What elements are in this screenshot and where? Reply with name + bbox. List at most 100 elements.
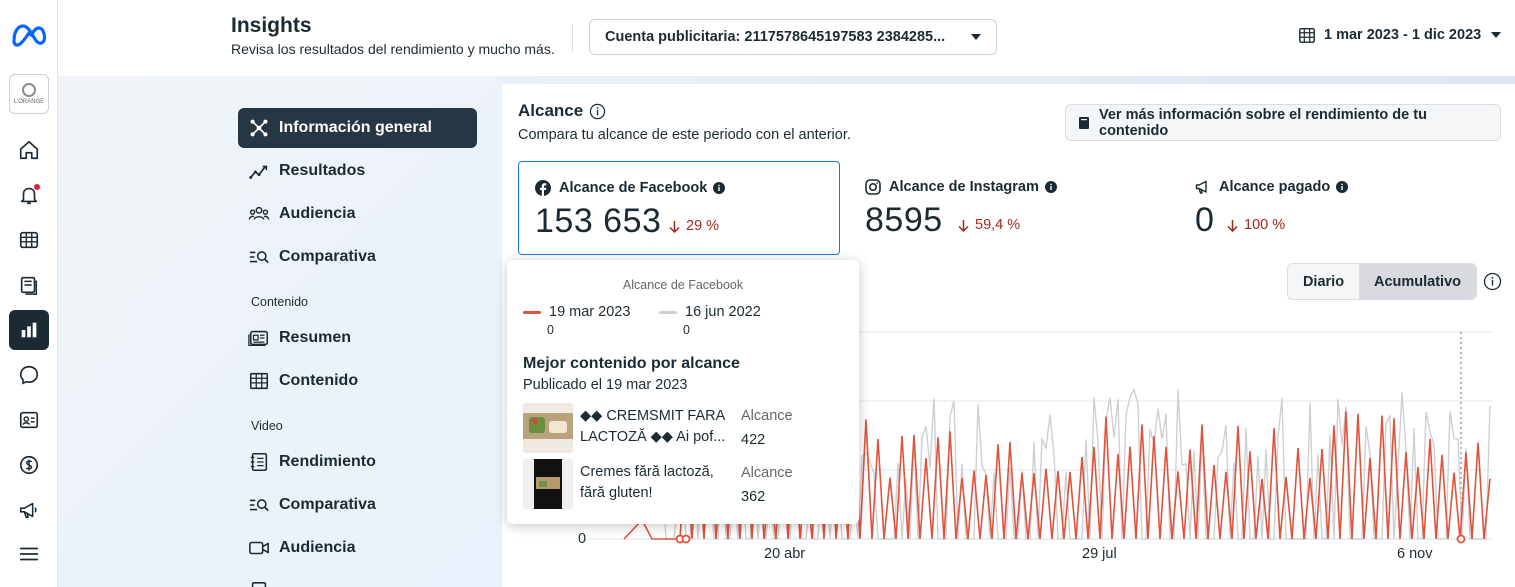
meta-logo-icon[interactable]	[10, 20, 48, 50]
rail-inbox[interactable]	[9, 355, 49, 395]
nav-item-overview[interactable]: Información general	[238, 108, 477, 148]
grid-table-icon	[19, 231, 39, 249]
y-tick-label: 0	[578, 531, 587, 547]
rail-monetization[interactable]	[9, 445, 49, 485]
tooltip-legend-current: 19 mar 2023	[523, 304, 630, 320]
book-icon	[1079, 116, 1089, 129]
post-image	[523, 459, 573, 509]
metric-label: Alcance pagado	[1195, 179, 1349, 195]
arrow-down-icon	[1227, 219, 1238, 232]
post-thumbnail[interactable]	[523, 459, 573, 509]
dollar-circle-icon	[19, 455, 39, 475]
benchmark-icon	[249, 499, 269, 512]
calendar-icon	[1299, 27, 1315, 43]
instagram-icon	[865, 179, 881, 195]
rail-home[interactable]	[9, 130, 49, 170]
post-reach-value: 362	[741, 489, 766, 505]
ad-account-dropdown[interactable]: Cuenta publicitaria: 2117578645197583 23…	[589, 19, 997, 55]
rail-contacts[interactable]	[9, 400, 49, 440]
rail-insights[interactable]	[9, 310, 49, 350]
info-icon[interactable]	[589, 103, 606, 120]
results-icon	[249, 165, 268, 179]
post-thumbnail[interactable]	[523, 403, 573, 453]
more-insights-button[interactable]: Ver más información sobre el rendimiento…	[1065, 104, 1501, 141]
nav-item-video-benchmark[interactable]: Comparativa	[238, 485, 477, 525]
metric-change-text: 59,4 %	[975, 217, 1021, 233]
arrow-down-icon	[958, 219, 969, 232]
rail-content[interactable]	[9, 265, 49, 305]
nav-item-label: Información general	[279, 119, 432, 136]
facebook-icon	[535, 180, 551, 196]
page-title: Insights	[231, 14, 312, 37]
post-reach-label: Alcance	[741, 408, 793, 424]
nav-item-label: Comparativa	[279, 248, 376, 265]
metric-value: 153 653	[535, 202, 662, 240]
left-rail: L'ORANGE	[0, 0, 58, 587]
home-icon	[19, 140, 39, 160]
metric-change: 29 %	[669, 218, 719, 234]
benchmark-icon	[249, 251, 269, 264]
caret-down-icon	[1491, 32, 1502, 38]
nav-section-video: Video	[251, 419, 283, 433]
tooltip-title: Alcance de Facebook	[622, 278, 744, 292]
post-reach-label: Alcance	[741, 465, 793, 481]
rail-notifications[interactable]	[9, 175, 49, 215]
metric-label: Alcance de Facebook	[535, 180, 726, 196]
rail-menu[interactable]	[9, 534, 49, 574]
x-tick-label: 20 abr	[764, 546, 806, 562]
legend-swatch-previous	[659, 310, 677, 314]
pages-icon	[20, 276, 38, 295]
info-filled-icon[interactable]	[1336, 181, 1349, 193]
legend-date: 16 jun 2022	[685, 304, 761, 320]
caret-down-icon	[971, 34, 981, 40]
published-date: Publicado el 19 mar 2023	[523, 377, 688, 393]
date-range-picker[interactable]: 1 mar 2023 - 1 dic 2023	[1298, 26, 1502, 44]
toggle-daily[interactable]: Diario	[1288, 264, 1359, 299]
metric-label-text: Alcance de Facebook	[559, 180, 708, 196]
section-title: Alcance	[518, 101, 606, 121]
x-tick-label: 29 jul	[1082, 546, 1117, 562]
date-range-value: 1 mar 2023 - 1 dic 2023	[1324, 27, 1482, 43]
tooltip-legend-previous: 16 jun 2022	[659, 304, 761, 320]
metric-change-text: 100 %	[1244, 217, 1286, 233]
nav-item-performance[interactable]: Rendimiento	[238, 442, 477, 482]
metric-value: 0	[1195, 201, 1215, 239]
content-table-icon	[249, 372, 269, 390]
info-filled-icon[interactable]	[1044, 181, 1057, 193]
section-title-text: Alcance	[518, 101, 584, 120]
metric-card-paid[interactable]: Alcance pagado 0 100 %	[1179, 161, 1501, 255]
nav-item-cut-off[interactable]	[238, 571, 477, 587]
performance-icon	[250, 452, 268, 472]
nav-item-video-audience[interactable]: Audiencia	[238, 528, 477, 568]
header-divider-gradient	[502, 76, 1515, 84]
nav-item-results[interactable]: Resultados	[238, 151, 477, 191]
account-avatar[interactable]: L'ORANGE	[9, 74, 49, 114]
rail-planner[interactable]	[9, 220, 49, 260]
hamburger-menu-icon	[19, 547, 39, 561]
nav-item-label: Contenido	[279, 372, 359, 389]
nav-item-summary[interactable]: Resumen	[238, 318, 477, 358]
metric-card-facebook[interactable]: Alcance de Facebook 153 653 29 %	[518, 161, 840, 255]
arrow-down-icon	[669, 220, 680, 233]
overview-icon	[250, 119, 268, 137]
legend-date: 19 mar 2023	[549, 304, 631, 320]
toggle-cumulative[interactable]: Acumulativo	[1359, 264, 1476, 299]
nav-item-benchmark[interactable]: Comparativa	[238, 237, 477, 277]
post-text: ◆◆ CREMSMIT FARA LACTOZĂ ◆◆ Ai pof...	[580, 408, 726, 445]
metric-card-instagram[interactable]: Alcance de Instagram 8595 59,4 %	[849, 161, 1171, 255]
x-tick-label: 6 nov	[1397, 546, 1433, 562]
nav-item-content[interactable]: Contenido	[238, 361, 477, 401]
info-icon[interactable]	[1483, 272, 1502, 291]
info-filled-icon[interactable]	[713, 182, 726, 194]
nav-item-label: Audiencia	[279, 539, 356, 556]
audience-icon	[248, 206, 270, 220]
megaphone-icon	[1195, 180, 1207, 194]
metric-label-text: Alcance de Instagram	[889, 179, 1039, 195]
legend-swatch-current	[523, 310, 541, 314]
account-logo-text: L'ORANGE	[13, 99, 45, 105]
rail-ads[interactable]	[9, 490, 49, 530]
notification-badge	[34, 184, 40, 190]
metric-change: 59,4 %	[958, 217, 1020, 233]
nav-item-audience[interactable]: Audiencia	[238, 194, 477, 234]
document-icon	[251, 582, 267, 587]
